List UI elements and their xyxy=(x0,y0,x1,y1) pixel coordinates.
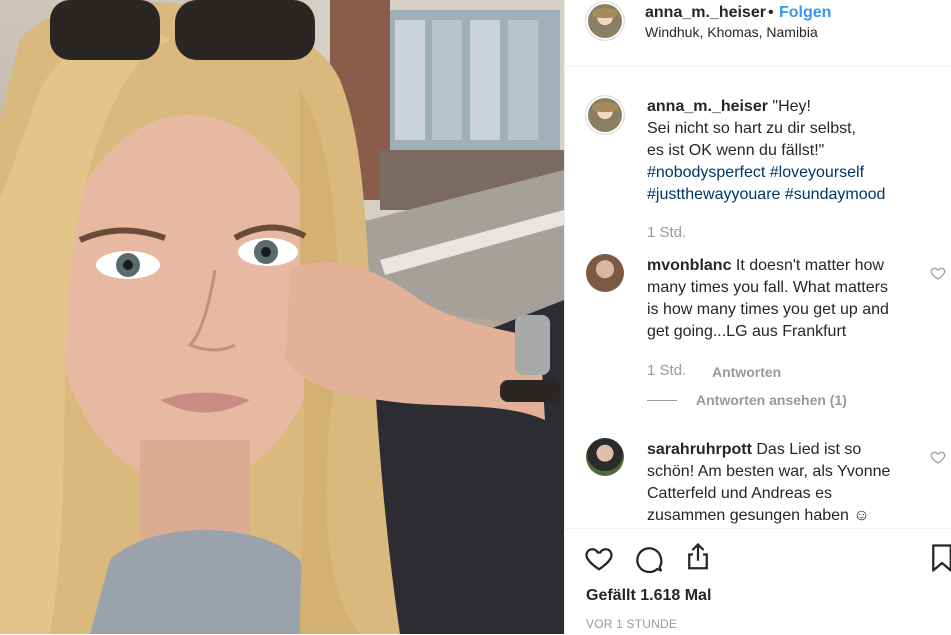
hashtag-link[interactable]: #loveyourself xyxy=(770,164,864,181)
post-side-panel: anna_m._heiser • Folgen Windhuk, Khomas,… xyxy=(564,0,951,634)
caption-username[interactable]: anna_m._heiser xyxy=(647,98,768,115)
view-replies-button[interactable]: Antworten ansehen (1) xyxy=(696,392,847,408)
comment-line-3: Catterfeld und Andreas es xyxy=(647,485,833,502)
comments-list[interactable]: anna_m._heiser "Hey! Sei nicht so hart z… xyxy=(565,66,951,528)
comment-text: mvonblanc It doesn't matter how many tim… xyxy=(647,255,927,343)
post-photo[interactable] xyxy=(0,0,564,634)
comment-avatar[interactable] xyxy=(586,254,624,292)
comment-text: sarahruhrpott Das Lied ist so schön! Am … xyxy=(647,439,927,527)
hashtag-link[interactable]: #justthewayyouare xyxy=(647,186,780,203)
comment-line-2: schön! Am besten war, als Yvonne xyxy=(647,463,891,480)
caption-avatar[interactable] xyxy=(586,96,624,134)
comment-line-4: zusammen gesungen haben ☺ xyxy=(647,507,870,524)
replies-divider xyxy=(647,400,677,401)
author-avatar[interactable] xyxy=(586,2,624,40)
follow-button[interactable]: Folgen xyxy=(779,4,831,22)
comment-timestamp[interactable]: 1 Std. xyxy=(647,362,686,379)
location-link[interactable]: Windhuk, Khomas, Namibia xyxy=(645,24,818,40)
caption-line-3: es ist OK wenn du fällst!" xyxy=(647,142,825,159)
comment-line-3: is how many times you get up and xyxy=(647,301,889,318)
post-timestamp[interactable]: VOR 1 STUNDE xyxy=(586,617,677,631)
bookmark-icon[interactable] xyxy=(927,543,951,573)
post-header: anna_m._heiser • Folgen Windhuk, Khomas,… xyxy=(565,0,951,67)
small-heart-icon[interactable] xyxy=(930,449,946,465)
caption-line-2: Sei nicht so hart zu dir selbst, xyxy=(647,120,856,137)
comment-username[interactable]: mvonblanc xyxy=(647,257,731,274)
comment-icon[interactable] xyxy=(634,543,664,573)
reply-button[interactable]: Antworten xyxy=(712,364,781,380)
hashtag-link[interactable]: #sundaymood xyxy=(785,186,886,203)
heart-icon[interactable] xyxy=(584,543,614,573)
selfie-illustration xyxy=(0,0,564,634)
caption-line-1: "Hey! xyxy=(772,98,811,115)
caption-text: anna_m._heiser "Hey! Sei nicht so hart z… xyxy=(647,96,927,206)
comment-line-1: It doesn't matter how xyxy=(735,257,884,274)
comment-line-1: Das Lied ist so xyxy=(756,441,862,458)
comment-line-4: get going...LG aus Frankfurt xyxy=(647,323,847,340)
hashtag-link[interactable]: #nobodysperfect xyxy=(647,164,765,181)
caption-timestamp[interactable]: 1 Std. xyxy=(647,224,686,241)
share-icon[interactable] xyxy=(683,542,713,572)
post-actions: Gefällt 1.618 Mal VOR 1 STUNDE xyxy=(565,528,951,635)
likes-count[interactable]: Gefällt 1.618 Mal xyxy=(586,587,711,605)
comment-username[interactable]: sarahruhrpott xyxy=(647,441,752,458)
comment-line-2: many times you fall. What matters xyxy=(647,279,888,296)
separator-dot: • xyxy=(768,4,774,21)
author-username[interactable]: anna_m._heiser xyxy=(645,4,766,22)
comment-avatar[interactable] xyxy=(586,438,624,476)
small-heart-icon[interactable] xyxy=(930,265,946,281)
